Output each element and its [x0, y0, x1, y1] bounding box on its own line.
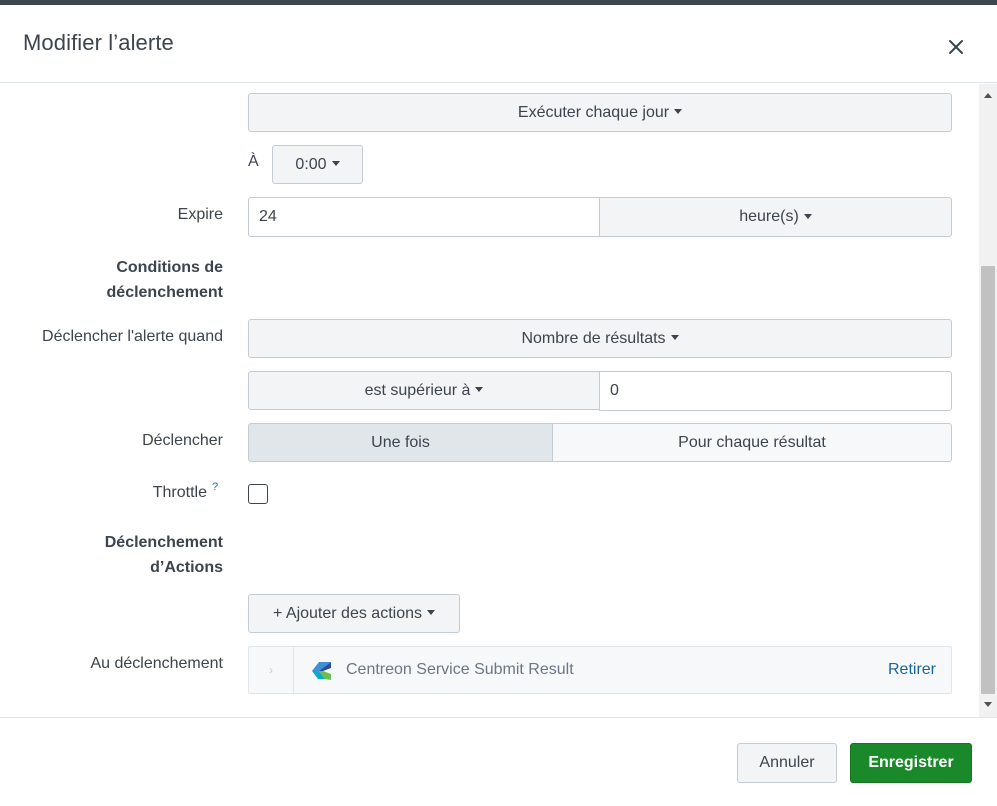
trigger-once-option[interactable]: Une fois	[248, 423, 553, 462]
action-item: › Centreon Service Submit Result Retirer	[248, 646, 952, 694]
on-trigger-label: Au déclenchement	[90, 655, 223, 672]
trigger-once-label: Une fois	[371, 433, 430, 451]
cancel-button[interactable]: Annuler	[737, 743, 837, 783]
threshold-value: 0	[610, 382, 619, 399]
expire-value: 24	[259, 208, 277, 225]
add-actions-label: + Ajouter des actions	[273, 604, 422, 622]
caret-down-icon	[426, 610, 435, 615]
caret-down-icon	[670, 335, 679, 340]
add-actions-button[interactable]: + Ajouter des actions	[248, 594, 460, 633]
throttle-checkbox[interactable]	[248, 484, 268, 504]
scrollbar-thumb[interactable]	[981, 266, 995, 694]
dialog-header: Modifier l’alerte	[0, 5, 997, 83]
save-button[interactable]: Enregistrer	[850, 743, 972, 783]
trigger-label: Déclencher	[142, 432, 223, 449]
time-value: 0:00	[295, 155, 327, 173]
scroll-down-arrow-icon[interactable]	[984, 702, 992, 707]
expire-unit-label: heure(s)	[739, 208, 799, 225]
chevron-right-icon[interactable]: ›	[249, 647, 294, 693]
section-trigger-conditions-line1: Conditions de	[116, 259, 223, 276]
comparator-dropdown[interactable]: est supérieur à	[248, 371, 600, 410]
section-trigger-actions: Déclenchement d’Actions	[105, 530, 223, 580]
close-icon[interactable]	[944, 35, 968, 59]
scrollbar[interactable]	[979, 84, 997, 717]
section-trigger-conditions-line2: déclenchement	[106, 284, 223, 301]
caret-down-icon	[674, 109, 683, 114]
section-trigger-actions-line2: d’Actions	[150, 559, 223, 576]
action-name: Centreon Service Submit Result	[346, 661, 574, 678]
trigger-when-dropdown[interactable]: Nombre de résultats	[248, 319, 952, 358]
throttle-label: Throttle	[152, 484, 207, 501]
expire-unit-dropdown[interactable]: heure(s)	[599, 197, 952, 237]
dialog-footer: Annuler Enregistrer	[0, 717, 997, 806]
trigger-each-result-option[interactable]: Pour chaque résultat	[552, 423, 952, 462]
section-trigger-conditions: Conditions de déclenchement	[107, 255, 223, 305]
time-dropdown[interactable]: 0:00	[272, 145, 363, 184]
caret-down-icon	[331, 161, 340, 166]
dialog-title: Modifier l’alerte	[23, 30, 174, 55]
caret-down-icon	[803, 213, 812, 219]
throttle-help-icon[interactable]: ?	[212, 481, 218, 493]
schedule-frequency-dropdown[interactable]: Exécuter chaque jour	[248, 93, 952, 132]
scroll-up-arrow-icon[interactable]	[984, 93, 992, 98]
trigger-when-value: Nombre de résultats	[521, 329, 666, 347]
caret-down-icon	[475, 387, 484, 392]
expire-label: Expire	[177, 206, 223, 223]
schedule-frequency-label: Exécuter chaque jour	[517, 103, 670, 121]
remove-action-link[interactable]: Retirer	[888, 661, 936, 679]
dialog-body: Exécuter chaque jour À 0:00 Expire 24 he…	[0, 84, 997, 717]
trigger-each-result-label: Pour chaque résultat	[678, 433, 826, 451]
threshold-input[interactable]: 0	[599, 371, 952, 411]
trigger-when-label: Déclencher l'alerte quand	[42, 328, 223, 345]
at-label: À	[248, 153, 259, 170]
section-trigger-actions-line1: Déclenchement	[104, 534, 223, 551]
expire-input[interactable]: 24	[248, 197, 600, 237]
comparator-value: est supérieur à	[364, 381, 471, 399]
centreon-logo-icon	[309, 657, 337, 685]
